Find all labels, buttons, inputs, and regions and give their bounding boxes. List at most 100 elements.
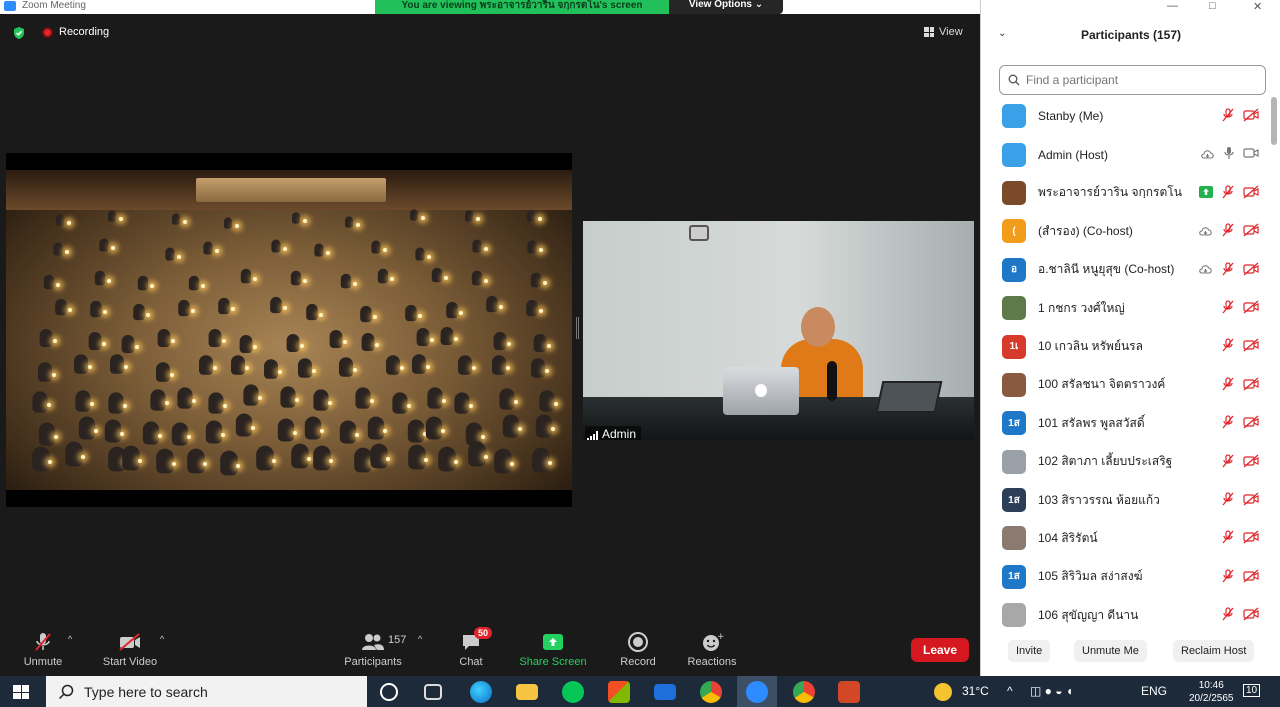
zoom-taskbar-icon[interactable]: [746, 681, 768, 703]
video-off-icon[interactable]: [1243, 223, 1259, 242]
edge-browser-icon[interactable]: [470, 681, 492, 703]
microsoft-store-icon[interactable]: [608, 681, 630, 703]
participant-row[interactable]: อ อ.ชาลินี หนูยุสุข (Co-host): [981, 251, 1271, 289]
video-off-icon[interactable]: [1243, 415, 1259, 434]
participant-search-box[interactable]: [999, 65, 1266, 95]
shared-screen-video[interactable]: [6, 153, 572, 507]
mic-muted-icon[interactable]: [1221, 607, 1235, 626]
unmute-button[interactable]: Unmute: [20, 628, 66, 668]
participant-row[interactable]: 106 สุขัญญา ดีนาน: [981, 596, 1271, 627]
weather-sun-icon[interactable]: [934, 683, 952, 701]
participant-row[interactable]: 1เ 10 เกวลิน หรัพย์นรล: [981, 327, 1271, 365]
seated-person: [493, 449, 512, 474]
participant-row[interactable]: 100 สรัลชนา จิตตราวงค์: [981, 366, 1271, 404]
participant-row[interactable]: ((สำรอง) (Co-host): [981, 212, 1271, 250]
mic-muted-icon[interactable]: [1221, 530, 1235, 549]
participant-row[interactable]: Stanby (Me): [981, 97, 1271, 135]
taskbar-search-box[interactable]: Type here to search: [46, 676, 367, 707]
participant-row[interactable]: 102 สิตาภา เลี้ยบประเสริฐ: [981, 443, 1271, 481]
seated-person: [286, 333, 300, 352]
powerpoint-icon[interactable]: [838, 681, 860, 703]
candle-light: [94, 429, 99, 434]
video-off-icon[interactable]: [1243, 185, 1259, 204]
leave-button[interactable]: Leave: [911, 638, 969, 662]
participant-row[interactable]: 1ส 105 สิริวิมล สง่าสงฆ์: [981, 558, 1271, 596]
participant-row[interactable]: 1ส 103 สิราวรรณ ห้อยแก้ว: [981, 481, 1271, 519]
mic-muted-icon[interactable]: [1221, 492, 1235, 511]
participant-list[interactable]: Stanby (Me) Admin (Host) พระอาจารย์วาริน จ…: [981, 97, 1271, 627]
task-view-circle-icon[interactable]: [380, 683, 398, 701]
video-off-icon[interactable]: [1243, 262, 1259, 281]
input-language[interactable]: ENG: [1141, 684, 1167, 698]
mic-muted-icon[interactable]: [1221, 223, 1235, 242]
mic-muted-icon[interactable]: [1221, 108, 1235, 127]
chrome-profile-icon[interactable]: [793, 681, 815, 703]
participant-row[interactable]: 1ส 101 สรัลพร พูลสวัสดิ์: [981, 404, 1271, 442]
start-video-button[interactable]: Start Video: [100, 628, 160, 668]
cloud-icon[interactable]: [1200, 147, 1215, 165]
video-off-icon[interactable]: [1243, 300, 1259, 319]
participant-avatar: [1002, 372, 1026, 397]
tray-network-icons[interactable]: ◫ ● ◒ ◖: [1030, 684, 1073, 698]
video-off-icon[interactable]: [1243, 377, 1259, 396]
share-icon[interactable]: [1199, 185, 1213, 203]
video-off-icon[interactable]: [1243, 454, 1259, 473]
video-off-icon[interactable]: [1243, 492, 1259, 511]
candle-light: [295, 398, 300, 403]
participant-row[interactable]: พระอาจารย์วาริน จกฺกรตโน: [981, 174, 1271, 212]
camera-video-tile[interactable]: Admin: [583, 221, 974, 440]
mic-muted-icon[interactable]: [1221, 261, 1235, 281]
file-explorer-icon[interactable]: [516, 684, 538, 700]
mic-muted-icon[interactable]: [1221, 185, 1235, 204]
cloud-icon[interactable]: [1198, 262, 1213, 280]
seated-person: [341, 273, 352, 288]
reactions-button[interactable]: + Reactions: [686, 628, 738, 668]
participants-caret-icon[interactable]: ^: [418, 634, 422, 644]
taskbar-clock[interactable]: 10:46 20/2/2565: [1189, 679, 1234, 705]
seated-person: [74, 354, 89, 375]
windows-start-icon[interactable]: [13, 685, 29, 699]
participant-list-scrollbar[interactable]: [1271, 97, 1277, 627]
weather-temperature[interactable]: 31°C: [962, 684, 989, 698]
chrome-icon[interactable]: [700, 681, 722, 703]
mic-muted-icon[interactable]: [1221, 415, 1235, 434]
tray-chevron-up-icon[interactable]: ^: [1007, 684, 1013, 698]
notifications-icon[interactable]: 10: [1243, 684, 1261, 697]
mic-muted-icon[interactable]: [1221, 377, 1235, 396]
participant-row[interactable]: 104 สิริรัตน์: [981, 519, 1271, 557]
video-options-caret-icon[interactable]: ^: [160, 634, 164, 644]
recording-indicator[interactable]: Recording: [42, 26, 109, 38]
unmute-me-button[interactable]: Unmute Me: [1074, 640, 1147, 662]
window-minimize-button[interactable]: —: [1167, 0, 1178, 12]
mic-muted-icon[interactable]: [1221, 569, 1235, 588]
view-options-button[interactable]: View Options ⌄: [669, 0, 783, 14]
mic-muted-icon[interactable]: [1221, 338, 1235, 357]
video-off-icon[interactable]: [1243, 530, 1259, 549]
shield-icon[interactable]: [12, 26, 26, 40]
cloud-icon[interactable]: [1198, 224, 1213, 242]
task-view-icon[interactable]: [424, 684, 442, 700]
mail-icon[interactable]: [654, 684, 676, 700]
invite-button[interactable]: Invite: [1008, 640, 1051, 662]
mic-icon[interactable]: [1223, 146, 1235, 165]
video-off-icon[interactable]: [1243, 108, 1259, 127]
record-button[interactable]: Record: [618, 628, 658, 668]
participant-search-input[interactable]: [1026, 73, 1256, 87]
video-icon[interactable]: [1243, 146, 1259, 165]
share-screen-button[interactable]: Share Screen: [518, 628, 588, 668]
line-app-icon[interactable]: [562, 681, 584, 703]
split-resize-handle[interactable]: [576, 317, 579, 339]
audio-options-caret-icon[interactable]: ^: [68, 634, 72, 644]
mic-muted-icon[interactable]: [1221, 300, 1235, 319]
participant-row[interactable]: 1 กชกร วงศ์ใหญ่: [981, 289, 1271, 327]
participant-row[interactable]: Admin (Host): [981, 135, 1271, 173]
view-button[interactable]: View: [924, 26, 963, 38]
video-off-icon[interactable]: [1243, 569, 1259, 588]
window-maximize-button[interactable]: □: [1209, 0, 1216, 12]
video-off-icon[interactable]: [1243, 338, 1259, 357]
window-close-button[interactable]: ✕: [1253, 0, 1262, 13]
mic-muted-icon[interactable]: [1221, 453, 1235, 473]
scrollbar-thumb[interactable]: [1271, 97, 1277, 145]
reclaim-host-button[interactable]: Reclaim Host: [1173, 640, 1255, 662]
video-off-icon[interactable]: [1243, 607, 1259, 626]
